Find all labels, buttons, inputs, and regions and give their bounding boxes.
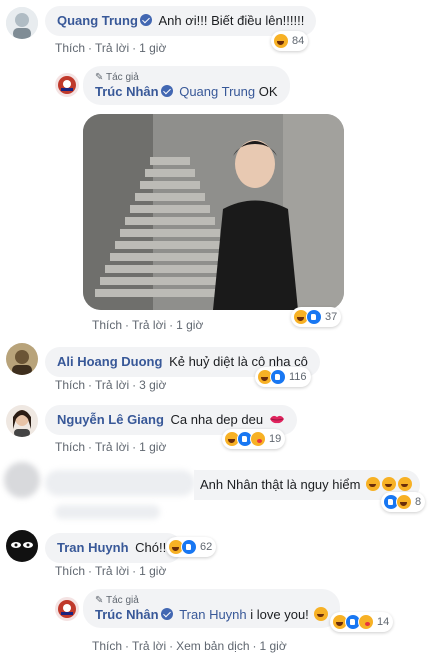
avatar[interactable] (6, 343, 38, 375)
like-link[interactable]: Thích (55, 440, 85, 454)
like-icon (181, 539, 197, 555)
blurred-author (45, 470, 195, 496)
avatar-image-icon (55, 73, 79, 97)
reply-link[interactable]: Trả lời (95, 440, 129, 454)
like-icon (306, 309, 322, 325)
reply-bubble: ✎ Tác giả Trúc Nhân Tran Huynh i love yo… (83, 589, 341, 628)
haha-icon (273, 33, 289, 49)
comment-bubble: Tran Huynh Chó!!! (45, 533, 182, 563)
like-link[interactable]: Thích (55, 378, 85, 392)
avatar[interactable] (6, 7, 38, 39)
comment-text: OK (258, 84, 278, 99)
reaction-count: 84 (292, 35, 305, 47)
comment-author[interactable]: Trúc Nhân (95, 84, 159, 99)
comment-author[interactable]: Nguyễn Lê Giang (57, 412, 164, 427)
author-badge: ✎ Tác giả (95, 595, 328, 607)
verified-badge-icon (160, 608, 173, 620)
rofl-emoji-icon (398, 477, 413, 491)
timestamp[interactable]: 1 giờ (139, 41, 166, 55)
comment-actions: Thích · Trả lời · Xem bản dịch · 1 giờ (92, 639, 287, 653)
avatar-image-icon (6, 343, 38, 375)
comment-author[interactable]: Quang Trung (57, 13, 138, 28)
timestamp[interactable]: 1 giờ (139, 564, 166, 578)
haha-icon (396, 494, 412, 510)
like-link[interactable]: Thích (55, 564, 85, 578)
hug-icon (358, 614, 374, 630)
hug-icon (250, 431, 266, 447)
grin-emoji-icon (314, 607, 329, 621)
verified-badge-icon (139, 14, 152, 26)
kiss-lips-icon (269, 415, 284, 424)
reaction-summary[interactable]: 116 (255, 367, 311, 387)
author-badge-label: Tác giả (106, 72, 139, 83)
pencil-icon: ✎ (95, 595, 104, 606)
comment-text: Chó!!! (135, 540, 170, 555)
reaction-count: 14 (377, 616, 390, 628)
reaction-summary[interactable]: 19 (222, 429, 286, 449)
photo-image-icon (83, 114, 344, 310)
comment-actions: Thích · Trả lời · 1 giờ (55, 41, 167, 55)
comment-actions: Thích · Trả lời · 1 giờ (55, 440, 167, 454)
reaction-count: 37 (325, 311, 338, 323)
rofl-emoji-icon (382, 477, 397, 491)
reaction-count: 8 (415, 496, 422, 508)
reaction-count: 116 (289, 371, 307, 383)
comment-actions: Thích · Trả lời · 3 giờ (55, 378, 167, 392)
timestamp[interactable]: 1 giờ (139, 440, 166, 454)
see-translation-link[interactable]: Xem bản dịch (176, 639, 249, 653)
avatar-image-icon (55, 597, 79, 621)
comment-text: Anh Nhân thật là nguy hiểm (200, 477, 361, 492)
reaction-summary[interactable]: 37 (291, 307, 342, 327)
pencil-icon: ✎ (95, 72, 104, 83)
reply-bubble: ✎ Tác giả Trúc Nhân Quang Trung OK (83, 66, 290, 105)
reply-link[interactable]: Trả lời (95, 41, 129, 55)
avatar-image-icon (6, 7, 38, 39)
avatar[interactable] (55, 597, 79, 621)
blurred-actions (55, 505, 160, 519)
avatar[interactable] (55, 73, 79, 97)
rofl-emoji-icon (366, 477, 381, 491)
mention-link[interactable]: Quang Trung (179, 84, 255, 99)
reply-link[interactable]: Trả lời (95, 564, 129, 578)
author-badge-label: Tác giả (106, 595, 139, 606)
comment-text: Anh ơi!!! Biết điều lên!!!!!! (158, 13, 305, 28)
like-link[interactable]: Thích (92, 318, 122, 332)
verified-badge-icon (160, 85, 173, 97)
reaction-summary[interactable]: 8 (381, 492, 426, 512)
reply-link[interactable]: Trả lời (132, 639, 166, 653)
reply-photo[interactable] (83, 114, 344, 310)
like-link[interactable]: Thích (55, 41, 85, 55)
comment-author[interactable]: Tran Huynh (57, 540, 129, 555)
mention-link[interactable]: Tran Huynh (179, 607, 246, 622)
timestamp[interactable]: 3 giờ (139, 378, 166, 392)
timestamp[interactable]: 1 giờ (176, 318, 203, 332)
reaction-summary[interactable]: 62 (166, 537, 217, 557)
reaction-summary[interactable]: 14 (330, 612, 394, 632)
reaction-count: 19 (269, 433, 282, 445)
avatar[interactable] (6, 405, 38, 437)
comment-text: Ca nha dep deu (170, 412, 264, 427)
reply-link[interactable]: Trả lời (95, 378, 129, 392)
reaction-count: 62 (200, 541, 213, 553)
comment-actions: Thích · Trả lời · 1 giờ (55, 564, 167, 578)
reply-link[interactable]: Trả lời (132, 318, 166, 332)
comment-author[interactable]: Trúc Nhân (95, 607, 159, 622)
comment-author[interactable]: Ali Hoang Duong (57, 354, 162, 369)
avatar-image-icon (6, 530, 38, 562)
like-link[interactable]: Thích (92, 639, 122, 653)
like-icon (270, 369, 286, 385)
author-badge: ✎ Tác giả (95, 72, 278, 84)
comment-text: i love you! (250, 607, 309, 622)
comment-actions: Thích · Trả lời · 1 giờ (92, 318, 204, 332)
avatar[interactable] (4, 462, 40, 498)
avatar[interactable] (6, 530, 38, 562)
avatar-image-icon (6, 405, 38, 437)
reaction-summary[interactable]: 84 (271, 31, 309, 51)
timestamp[interactable]: 1 giờ (260, 639, 287, 653)
